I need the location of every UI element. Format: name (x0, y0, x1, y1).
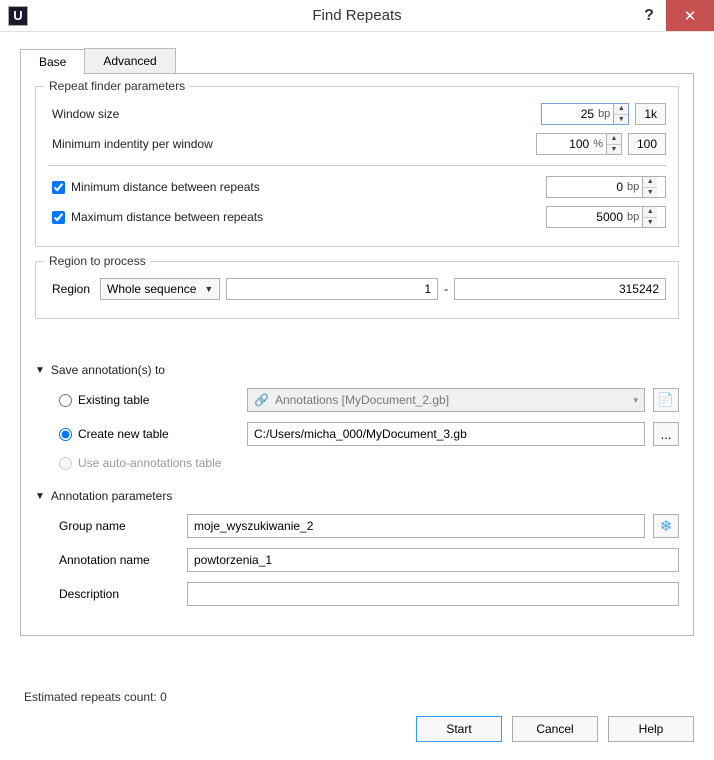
anno-section-label: Annotation parameters (51, 489, 172, 503)
tab-body-base: Repeat finder parameters Window size bp … (20, 74, 694, 636)
help-button[interactable]: Help (608, 716, 694, 742)
triangle-down-icon: ▼ (35, 365, 45, 376)
browse-button[interactable]: ... (653, 422, 679, 446)
max-distance-checkbox[interactable] (52, 211, 65, 224)
window-title: Find Repeats (0, 7, 714, 24)
window-size-unit: bp (598, 108, 613, 120)
min-identity-unit: % (593, 138, 606, 150)
min-identity-label: Minimum indentity per window (48, 137, 258, 151)
chevron-down-icon: ▾ (633, 395, 638, 406)
min-distance-row[interactable]: Minimum distance between repeats (48, 180, 348, 194)
existing-table-radio-row[interactable]: Existing table (59, 393, 239, 407)
spinner-up-icon[interactable]: ▲ (643, 207, 657, 218)
create-table-label: Create new table (78, 427, 169, 441)
group-name-suggest-button[interactable]: ❄ (653, 514, 679, 538)
existing-table-radio[interactable] (59, 394, 72, 407)
max-distance-unit: bp (627, 211, 642, 223)
window-size-spinner[interactable]: bp ▲▼ (541, 103, 629, 125)
save-section-label: Save annotation(s) to (51, 363, 165, 377)
group-region: Region to process Region Whole sequence … (35, 261, 679, 319)
app-icon: U (8, 6, 28, 26)
existing-table-label: Existing table (78, 393, 149, 407)
region-combo[interactable]: Whole sequence ▼ (100, 278, 220, 300)
window-size-label: Window size (48, 107, 258, 121)
min-distance-spinner[interactable]: bp ▲▼ (546, 176, 666, 198)
annotation-name-label: Annotation name (59, 553, 179, 567)
region-dash: - (444, 282, 448, 296)
min-distance-label: Minimum distance between repeats (71, 180, 260, 194)
auto-table-radio (59, 457, 72, 470)
create-table-radio[interactable] (59, 428, 72, 441)
triangle-down-icon: ▼ (35, 491, 45, 502)
group-repeat-finder: Repeat finder parameters Window size bp … (35, 86, 679, 247)
document-icon: 📄 (658, 392, 674, 408)
annotation-name-input[interactable] (187, 548, 679, 572)
tab-advanced[interactable]: Advanced (84, 48, 175, 73)
preset-1k-button[interactable]: 1k (635, 103, 666, 125)
region-to-input[interactable] (454, 278, 666, 300)
spinner-down-icon[interactable]: ▼ (607, 145, 621, 155)
help-icon[interactable]: ? (632, 0, 666, 31)
min-distance-input[interactable] (547, 177, 627, 197)
estimated-repeats-label: Estimated repeats count: 0 (20, 684, 694, 716)
snowflake-icon: ❄ (660, 517, 673, 535)
create-table-path-input[interactable] (247, 422, 645, 446)
max-distance-spinner[interactable]: bp ▲▼ (546, 206, 666, 228)
region-label: Region (48, 282, 94, 296)
spinner-up-icon[interactable]: ▲ (607, 134, 621, 145)
divider (48, 165, 666, 166)
tab-strip: Base Advanced (20, 48, 694, 74)
region-combo-value: Whole sequence (107, 282, 196, 296)
chevron-down-icon: ▼ (204, 284, 213, 294)
spinner-up-icon[interactable]: ▲ (643, 177, 657, 188)
existing-table-combo: 🔗 Annotations [MyDocument_2.gb] ▾ (247, 388, 645, 412)
link-icon: 🔗 (254, 393, 269, 407)
existing-table-browse-button[interactable]: 📄 (653, 388, 679, 412)
spinner-down-icon[interactable]: ▼ (643, 188, 657, 198)
close-icon[interactable]: ✕ (666, 0, 714, 31)
min-identity-spinner[interactable]: % ▲▼ (536, 133, 622, 155)
description-input[interactable] (187, 582, 679, 606)
existing-table-value: Annotations [MyDocument_2.gb] (275, 393, 628, 407)
min-identity-input[interactable] (537, 134, 593, 154)
start-button[interactable]: Start (416, 716, 502, 742)
spinner-up-icon[interactable]: ▲ (614, 104, 628, 115)
max-distance-input[interactable] (547, 207, 627, 227)
title-bar: U Find Repeats ? ✕ (0, 0, 714, 32)
save-section-header[interactable]: ▼ Save annotation(s) to (35, 359, 679, 383)
region-from-input[interactable] (226, 278, 438, 300)
min-distance-unit: bp (627, 181, 642, 193)
window-size-input[interactable] (542, 104, 598, 124)
anno-section-header[interactable]: ▼ Annotation parameters (35, 485, 679, 509)
max-distance-label: Maximum distance between repeats (71, 210, 263, 224)
group-name-label: Group name (59, 519, 179, 533)
min-distance-checkbox[interactable] (52, 181, 65, 194)
auto-table-label: Use auto-annotations table (78, 456, 221, 470)
preset-100-button[interactable]: 100 (628, 133, 666, 155)
spinner-down-icon[interactable]: ▼ (643, 218, 657, 228)
group-repeat-finder-legend: Repeat finder parameters (44, 79, 190, 93)
group-name-input[interactable] (187, 514, 645, 538)
description-label: Description (59, 587, 179, 601)
create-table-radio-row[interactable]: Create new table (59, 427, 239, 441)
cancel-button[interactable]: Cancel (512, 716, 598, 742)
auto-table-radio-row: Use auto-annotations table (59, 456, 239, 470)
group-region-legend: Region to process (44, 254, 151, 268)
tab-base[interactable]: Base (20, 49, 85, 74)
max-distance-row[interactable]: Maximum distance between repeats (48, 210, 348, 224)
spinner-down-icon[interactable]: ▼ (614, 115, 628, 125)
